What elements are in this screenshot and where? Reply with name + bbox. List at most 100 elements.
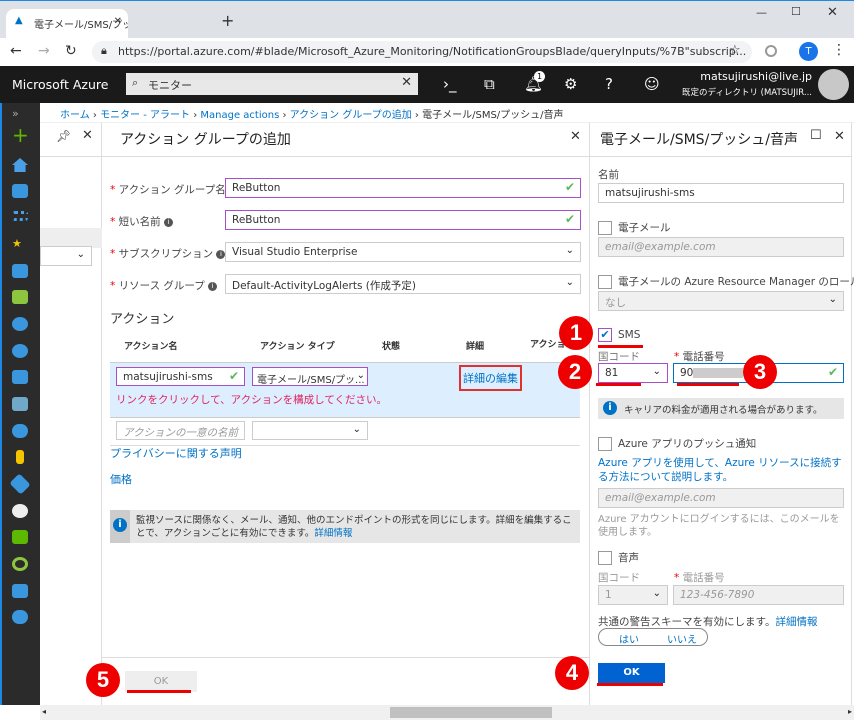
home-icon[interactable] <box>12 158 28 172</box>
push-email-input[interactable]: email@example.com <box>598 488 844 508</box>
ok-button[interactable]: OK <box>598 663 665 683</box>
close-blade-icon[interactable]: ✕ <box>570 129 581 144</box>
window-close-icon[interactable]: ✕ <box>827 5 838 20</box>
schema-more-link[interactable]: 詳細情報 <box>775 616 817 628</box>
feedback-smiley-icon[interactable]: ☺ <box>644 75 660 93</box>
maximize-icon[interactable]: ☐ <box>791 5 801 18</box>
crumb-home[interactable]: ホーム <box>60 110 90 121</box>
note-more-link[interactable]: 詳細情報 <box>314 528 352 539</box>
menu-icon[interactable]: ⋮ <box>832 42 846 58</box>
create-resource-icon[interactable]: + <box>12 125 29 145</box>
new-tab-button[interactable]: + <box>221 11 234 30</box>
help-icon[interactable]: ? <box>605 75 613 93</box>
all-services-icon[interactable] <box>12 211 28 221</box>
short-name-input[interactable]: ReButton ✔ <box>225 210 581 230</box>
extension-icon[interactable] <box>765 45 777 57</box>
voice-phone-input[interactable]: 123-456-7890 <box>673 585 844 605</box>
annotation-badge-4: 4 <box>555 656 589 690</box>
brand[interactable]: Microsoft Azure <box>12 77 108 92</box>
ok-button-disabled[interactable]: OK <box>125 671 197 692</box>
reload-icon[interactable]: ↻ <box>65 43 77 59</box>
table-row: matsujirushi-sms ✔ 電子メール/SMS/プッ... ⌄ 詳細の編集… <box>110 362 580 418</box>
action-type-select[interactable]: 電子メール/SMS/プッ... ⌄ <box>252 367 368 386</box>
security-shield-icon[interactable] <box>12 530 28 544</box>
subscription-select[interactable]: Visual Studio Enterprise ⌄ <box>225 242 581 262</box>
monitor-gauge-icon[interactable] <box>12 504 28 518</box>
support-icon[interactable] <box>12 584 28 598</box>
new-action-type-select[interactable]: ⌄ <box>252 421 368 440</box>
arm-role-option[interactable]: 電子メールの Azure Resource Manager のロール <box>598 274 854 289</box>
browser-tab[interactable]: ▲電子メール/SMS/プッシュ/音声 - Mic✕ <box>6 9 128 39</box>
cost-icon[interactable] <box>12 557 28 571</box>
schema-toggle[interactable]: はい いいえ <box>598 628 708 646</box>
sidebar: » + ★ <box>0 103 40 705</box>
directory-filter-icon[interactable]: ⧉ <box>484 75 495 93</box>
collapsed-select[interactable]: ⌄ <box>40 246 92 266</box>
clear-search-icon[interactable]: ✕ <box>401 75 412 90</box>
chevron-down-icon: ⌄ <box>828 294 837 305</box>
key-icon[interactable] <box>16 450 24 464</box>
pin-icon[interactable]: 📌︎ <box>56 129 71 143</box>
advisor-icon[interactable] <box>12 610 28 624</box>
vm-classic-icon[interactable] <box>12 397 28 411</box>
voice-country-select[interactable]: 1 ⌄ <box>598 585 668 605</box>
new-action-name-input[interactable]: アクションの一意の名前 <box>116 421 245 440</box>
info-icon: i <box>163 217 173 227</box>
edit-details-link[interactable]: 詳細の編集 <box>459 365 522 391</box>
expand-icon[interactable]: » <box>12 107 28 120</box>
all-resources-icon[interactable] <box>12 290 28 304</box>
toggle-yes[interactable]: はい <box>619 631 639 646</box>
search-input[interactable]: ⌕ モニター ✕ <box>126 73 418 95</box>
sms-option[interactable]: ✔ SMS <box>598 328 640 342</box>
crumb-add-action-group[interactable]: アクション グループの追加 <box>290 110 412 121</box>
push-option[interactable]: Azure アプリのプッシュ通知 <box>598 436 756 451</box>
arm-role-select[interactable]: なし ⌄ <box>598 291 844 311</box>
star-icon[interactable]: ☆ <box>729 43 741 58</box>
push-help-link[interactable]: Azure アプリを使用して、Azure リソースに接続する方法について説明しま… <box>598 456 844 484</box>
country-code-label: 国コード <box>598 351 640 363</box>
avatar[interactable] <box>818 69 849 100</box>
action-name-input[interactable]: matsujirushi-sms ✔ <box>116 367 245 386</box>
dashboard-icon[interactable] <box>12 184 28 198</box>
profile-avatar[interactable]: T <box>799 42 818 61</box>
virtual-machines-icon[interactable] <box>12 370 28 384</box>
user-directory[interactable]: 既定のディレクトリ (MATSUJIR... <box>682 86 812 98</box>
maximize-blade-icon[interactable]: ☐ <box>810 128 822 143</box>
cloud-services-icon[interactable] <box>12 424 28 438</box>
network-icon[interactable] <box>9 473 31 495</box>
forward-icon[interactable]: → <box>38 43 50 59</box>
country-code-select[interactable]: 81 ⌄ <box>598 363 668 383</box>
email-input[interactable]: email@example.com <box>598 237 844 257</box>
label-action-group-name: * アクション グループ名 i <box>110 182 239 197</box>
close-detail-icon[interactable]: ✕ <box>834 129 845 144</box>
action-group-name-input[interactable]: ReButton ✔ <box>225 178 581 198</box>
scroll-thumb[interactable] <box>390 707 552 718</box>
crumb-current: 電子メール/SMS/プッシュ/音声 <box>422 110 564 121</box>
url-bar[interactable]: 🔒︎ https://portal.azure.com/#blade/Micros… <box>92 41 752 63</box>
toggle-no[interactable]: いいえ <box>667 631 697 646</box>
crumb-monitor[interactable]: モニター - アラート <box>100 110 190 121</box>
name-input[interactable]: matsujirushi-sms <box>598 183 844 203</box>
horizontal-scrollbar[interactable]: ◂ ▸ <box>40 705 854 720</box>
lock-icon: 🔒︎ <box>101 44 107 57</box>
crumb-manage-actions[interactable]: Manage actions <box>200 110 279 121</box>
voice-country-label: 国コード <box>598 572 640 584</box>
close-collapsed-blade-icon[interactable]: ✕ <box>82 128 93 143</box>
minimize-icon[interactable]: — <box>756 6 767 19</box>
email-option[interactable]: 電子メール <box>598 220 671 235</box>
gear-icon[interactable]: ⚙ <box>564 75 577 93</box>
sms-checkbox: ✔ <box>598 328 612 342</box>
pricing-link[interactable]: 価格 <box>110 471 132 487</box>
cloud-shell-icon[interactable]: ›_ <box>443 75 457 93</box>
app-services-icon[interactable] <box>12 344 28 358</box>
privacy-link[interactable]: プライバシーに関する声明 <box>110 445 242 461</box>
back-icon[interactable]: ← <box>10 43 22 59</box>
close-tab-icon[interactable]: ✕ <box>114 16 122 27</box>
resource-groups-icon[interactable] <box>12 264 28 278</box>
user-email[interactable]: matsujirushi@live.jp <box>700 70 812 83</box>
col-action-type: アクション タイプ <box>260 342 335 352</box>
voice-option[interactable]: 音声 <box>598 550 639 565</box>
resource-group-select[interactable]: Default-ActivityLogAlerts (作成予定) ⌄ <box>225 274 581 294</box>
voice-phone-label: * 電話番号 <box>674 572 725 584</box>
recent-clock-icon[interactable] <box>12 317 28 331</box>
